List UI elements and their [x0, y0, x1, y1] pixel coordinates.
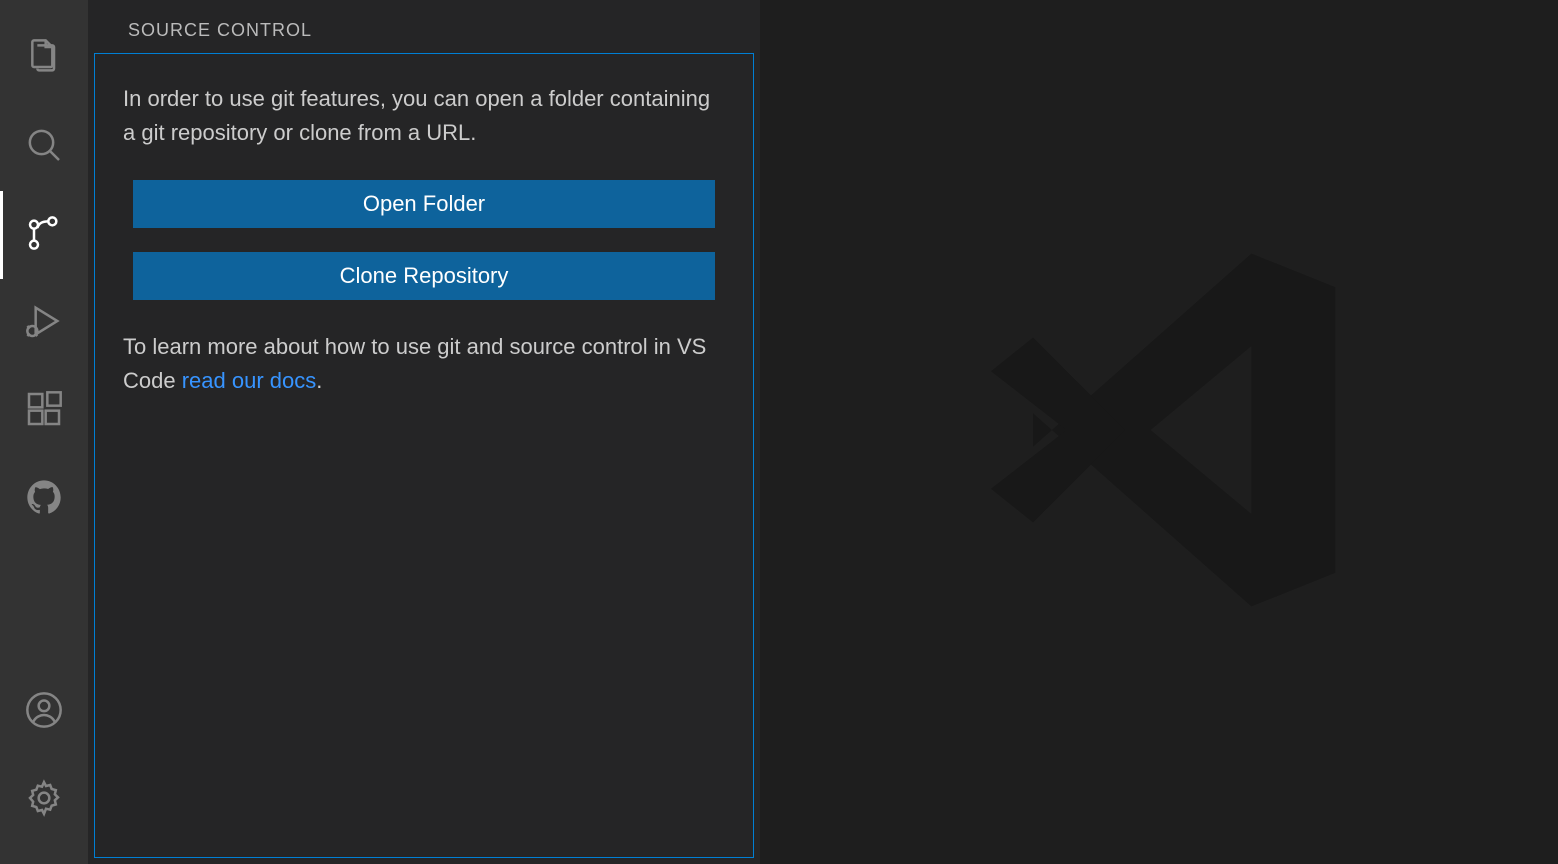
- debug-icon: [24, 301, 64, 346]
- source-control-panel: In order to use git features, you can op…: [94, 53, 754, 858]
- editor-area: [760, 0, 1558, 864]
- search-icon: [24, 125, 64, 170]
- open-folder-button[interactable]: Open Folder: [133, 180, 715, 228]
- github-icon: [24, 477, 64, 522]
- learn-more-text: To learn more about how to use git and s…: [123, 330, 725, 398]
- source-control-tab[interactable]: [0, 191, 88, 279]
- clone-repository-button[interactable]: Clone Repository: [133, 252, 715, 300]
- accounts-button[interactable]: [0, 668, 88, 756]
- read-docs-link[interactable]: read our docs: [182, 368, 317, 393]
- intro-text: In order to use git features, you can op…: [123, 82, 725, 150]
- sidebar-title: Source Control: [88, 0, 760, 53]
- extensions-tab[interactable]: [0, 367, 88, 455]
- settings-button[interactable]: [0, 756, 88, 844]
- gear-icon: [24, 778, 64, 823]
- search-tab[interactable]: [0, 103, 88, 191]
- files-icon: [24, 37, 64, 82]
- source-control-icon: [24, 213, 64, 258]
- github-tab[interactable]: [0, 455, 88, 543]
- account-icon: [24, 690, 64, 735]
- vscode-watermark-icon: [949, 220, 1369, 645]
- extensions-icon: [24, 389, 64, 434]
- source-control-sidebar: Source Control In order to use git featu…: [88, 0, 760, 864]
- run-debug-tab[interactable]: [0, 279, 88, 367]
- explorer-tab[interactable]: [0, 15, 88, 103]
- activity-bar: [0, 0, 88, 864]
- learn-suffix: .: [316, 368, 322, 393]
